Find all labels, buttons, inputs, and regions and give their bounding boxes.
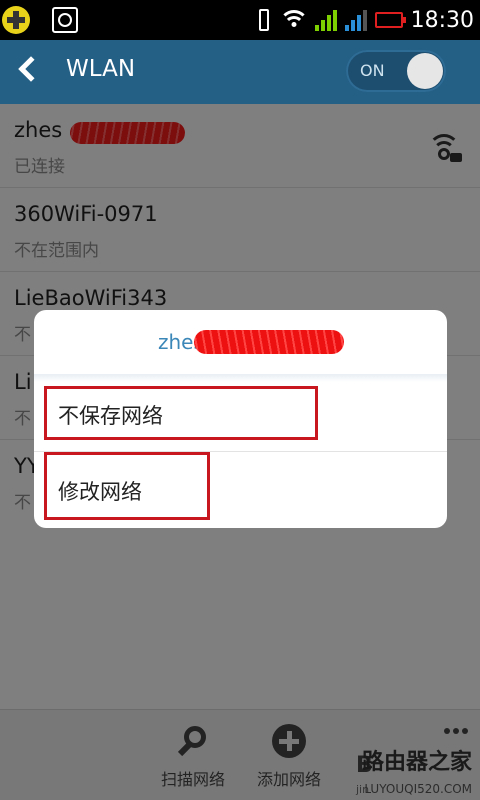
add-app-icon — [2, 6, 30, 34]
toggle-knob[interactable] — [407, 53, 443, 89]
vibrate-icon — [255, 9, 273, 31]
toggle-label: ON — [360, 61, 385, 80]
battery-icon — [374, 12, 406, 28]
redaction-scribble — [194, 330, 344, 354]
forget-network-option[interactable]: 不保存网络 — [34, 376, 447, 452]
wlan-toggle[interactable]: ON — [346, 50, 446, 92]
clock: 18:30 — [410, 7, 474, 33]
action-bar: WLAN ON — [0, 40, 480, 104]
status-bar: 18:30 — [0, 0, 480, 40]
option-label: 不保存网络 — [58, 404, 163, 428]
signal-icon — [314, 9, 337, 31]
wifi-icon — [278, 10, 309, 30]
status-icons: 18:30 — [255, 0, 474, 40]
back-icon[interactable] — [18, 56, 44, 82]
cat-app-icon — [52, 7, 78, 33]
modify-network-option[interactable]: 修改网络 — [34, 452, 447, 528]
signal-icon-2 — [344, 9, 367, 31]
network-options-dialog: zhes 不保存网络 修改网络 — [34, 310, 447, 528]
dialog-title: zhes — [34, 310, 447, 376]
page-title: WLAN — [66, 56, 136, 82]
option-label: 修改网络 — [58, 480, 142, 504]
